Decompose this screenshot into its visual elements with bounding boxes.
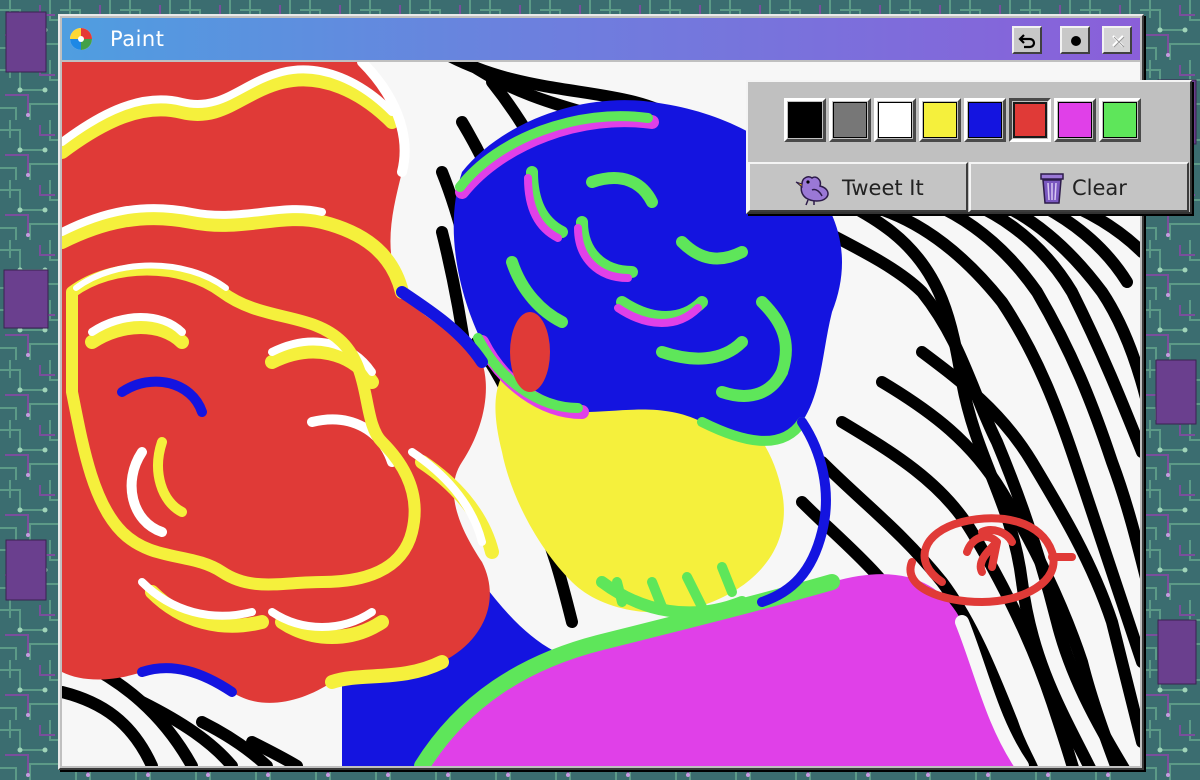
action-row: Tweet It Clear (748, 162, 1190, 212)
color-palette-panel: Tweet It Clear (746, 80, 1192, 214)
swatch-row (784, 98, 1141, 144)
tweet-label: Tweet It (842, 176, 924, 200)
bird-icon (795, 176, 829, 206)
swatch-fill (968, 102, 1002, 138)
swatch-fill (833, 102, 867, 138)
tweet-button[interactable]: Tweet It (748, 162, 968, 212)
swatch-fill (788, 102, 822, 138)
swatch-red[interactable] (1009, 98, 1051, 142)
clear-button[interactable]: Clear (969, 162, 1189, 212)
close-button[interactable] (1102, 26, 1132, 54)
swatch-green[interactable] (1099, 98, 1141, 142)
clear-label: Clear (1072, 176, 1127, 200)
trash-can-icon (1040, 173, 1064, 204)
swatch-fill (1058, 102, 1092, 138)
swatch-blue[interactable] (964, 98, 1006, 142)
swatch-fill (923, 102, 957, 138)
swatch-fill (1013, 102, 1047, 138)
close-x-icon (1112, 35, 1125, 48)
title-bar[interactable]: Paint (62, 18, 1140, 60)
swatch-fill (1103, 102, 1137, 138)
swatch-gray[interactable] (829, 98, 871, 142)
undo-arrow-icon (1018, 34, 1036, 49)
undo-button[interactable] (1012, 26, 1042, 54)
swatch-magenta[interactable] (1054, 98, 1096, 142)
swatch-fill (878, 102, 912, 138)
swatch-yellow[interactable] (919, 98, 961, 142)
swatch-white[interactable] (874, 98, 916, 142)
record-button[interactable] (1060, 26, 1090, 54)
dot-icon (1071, 36, 1081, 46)
window-title: Paint (110, 27, 165, 51)
paint-window: Paint Tweet It Clear (58, 14, 1192, 770)
swatch-black[interactable] (784, 98, 826, 142)
color-wheel-icon (70, 28, 92, 50)
